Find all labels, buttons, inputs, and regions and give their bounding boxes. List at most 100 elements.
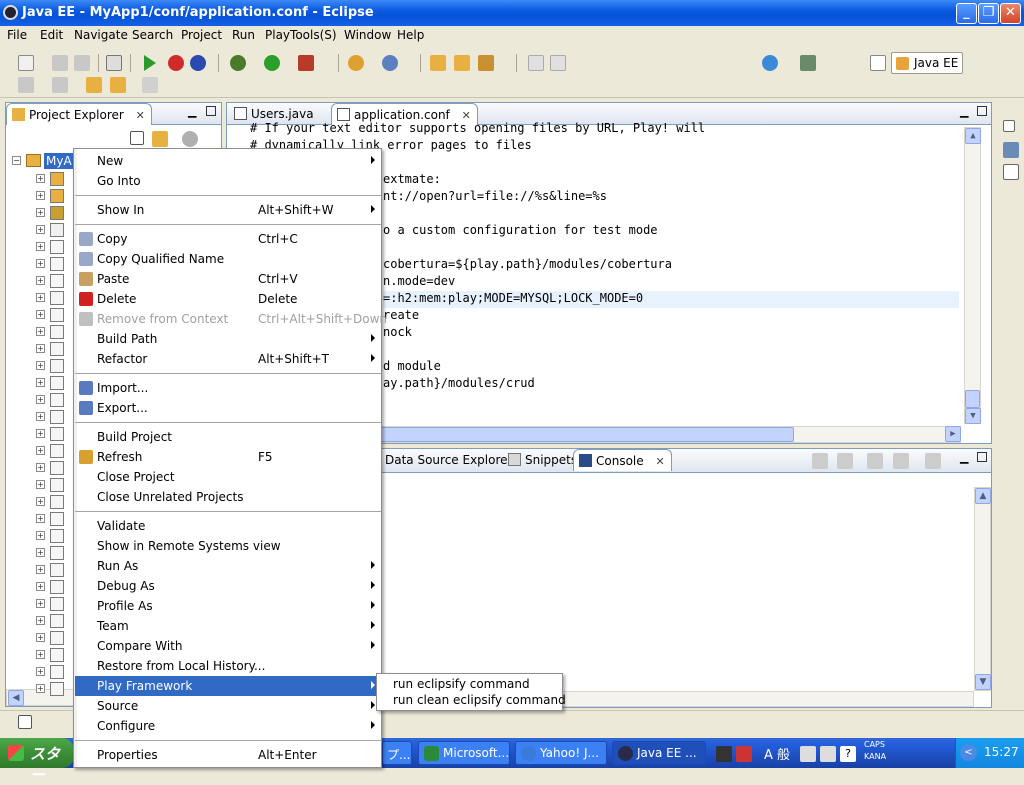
menu-item-run-eclipsify[interactable]: run eclipsify command	[393, 677, 530, 691]
previous-annotation-icon[interactable]	[52, 77, 68, 93]
view-menu-icon[interactable]	[182, 131, 198, 147]
menu-item-validate[interactable]: Validate	[75, 516, 381, 536]
menu-item-restore-from-local-history[interactable]: Restore from Local History...	[75, 656, 381, 676]
menu-item-run-clean-eclipsify[interactable]: run clean eclipsify command	[393, 693, 566, 707]
expand-icon[interactable]: +	[36, 531, 45, 540]
restore-button[interactable]: ❐	[978, 3, 999, 24]
menu-item-refactor[interactable]: Refactor Alt+Shift+T	[75, 349, 381, 369]
expand-icon[interactable]: +	[36, 684, 45, 693]
expand-icon[interactable]: +	[36, 293, 45, 302]
tab-project-explorer[interactable]: Project Explorer ✕	[6, 103, 152, 125]
menu-item-source[interactable]: Source	[75, 696, 381, 716]
sync-icon[interactable]	[190, 55, 206, 71]
menu-item-debug-as[interactable]: Debug As	[75, 576, 381, 596]
maximize-view-icon[interactable]	[977, 106, 987, 116]
stop-icon[interactable]	[168, 55, 184, 71]
tray-tool-icon[interactable]	[820, 746, 836, 762]
expand-icon[interactable]: +	[36, 633, 45, 642]
scroll-down-button[interactable]: ▼	[965, 408, 981, 424]
new-server-icon[interactable]	[348, 55, 364, 71]
close-button[interactable]: ✕	[1000, 3, 1021, 24]
pin-console-icon[interactable]	[867, 453, 883, 469]
tray-tool-icon[interactable]	[800, 746, 816, 762]
new-icon[interactable]	[18, 55, 34, 71]
expand-icon[interactable]: +	[36, 276, 45, 285]
menu-navigate[interactable]: Navigate	[74, 28, 128, 42]
menu-run[interactable]: Run	[232, 28, 255, 42]
new-class-icon[interactable]	[382, 55, 398, 71]
console-vertical-scrollbar[interactable]: ▲ ▼	[974, 487, 991, 691]
menu-item-copy-qualified-name[interactable]: Copy Qualified Name	[75, 249, 381, 269]
scroll-thumb[interactable]	[378, 427, 794, 442]
expand-icon[interactable]: +	[36, 225, 45, 234]
expand-icon[interactable]: +	[36, 191, 45, 200]
expand-icon[interactable]: +	[36, 650, 45, 659]
pilcrow-icon[interactable]	[550, 55, 566, 71]
menu-file[interactable]: File	[7, 28, 27, 42]
taskbar-item-microsoft[interactable]: Microsoft...	[418, 741, 510, 765]
binary-icon[interactable]	[106, 55, 122, 71]
expand-icon[interactable]: +	[36, 480, 45, 489]
perspective-java-ee[interactable]: Java EE	[891, 52, 963, 74]
expand-icon[interactable]: +	[36, 242, 45, 251]
collapse-all-icon[interactable]	[130, 131, 144, 145]
expand-icon[interactable]: +	[36, 412, 45, 421]
run-as-icon[interactable]	[264, 55, 280, 71]
expand-icon[interactable]: +	[36, 327, 45, 336]
menu-search[interactable]: Search	[132, 28, 173, 42]
start-button[interactable]: スター	[0, 738, 74, 784]
menu-item-build-project[interactable]: Build Project	[75, 427, 381, 447]
editor-horizontal-scrollbar[interactable]	[377, 426, 961, 443]
help-icon[interactable]: ?	[840, 746, 856, 762]
connect-icon[interactable]	[800, 55, 816, 71]
scroll-right-button[interactable]: ▶	[945, 426, 961, 442]
next-annotation-icon[interactable]	[18, 77, 34, 93]
scroll-lock-icon[interactable]	[837, 453, 853, 469]
menu-item-compare-with[interactable]: Compare With	[75, 636, 381, 656]
editor-vertical-scrollbar[interactable]: ▲ ▼	[964, 127, 981, 424]
outline-icon[interactable]	[1003, 142, 1019, 158]
menu-item-build-path[interactable]: Build Path	[75, 329, 381, 349]
scroll-thumb[interactable]	[965, 390, 980, 408]
menu-item-play-framework[interactable]: Play Framework	[75, 676, 381, 696]
scroll-up-button[interactable]: ▲	[965, 128, 981, 144]
menu-item-profile-as[interactable]: Profile As	[75, 596, 381, 616]
display-console-icon[interactable]	[893, 453, 909, 469]
expand-icon[interactable]: +	[36, 395, 45, 404]
ime-mode[interactable]: A 般	[764, 744, 790, 763]
menu-item-refresh[interactable]: Refresh F5	[75, 447, 381, 467]
tab-console[interactable]: Console ✕	[573, 449, 672, 471]
expand-icon[interactable]: +	[36, 378, 45, 387]
menu-project[interactable]: Project	[181, 28, 222, 42]
expand-icon[interactable]: +	[36, 344, 45, 353]
scroll-up-button[interactable]: ▲	[975, 488, 991, 504]
open-perspective-icon[interactable]	[870, 55, 886, 71]
search-tool-icon[interactable]	[478, 55, 494, 71]
menu-item-close-project[interactable]: Close Project	[75, 467, 381, 487]
chevron-left-icon[interactable]: <	[960, 744, 977, 761]
menu-item-import[interactable]: Import...	[75, 378, 381, 398]
open-console-icon[interactable]	[925, 453, 941, 469]
menu-item-run-as[interactable]: Run As	[75, 556, 381, 576]
tree-project-row[interactable]: − MyA	[12, 153, 82, 169]
menu-playtools[interactable]: PlayTools(S)	[265, 28, 337, 42]
menu-item-go-into[interactable]: Go Into	[75, 171, 381, 191]
expand-icon[interactable]: +	[36, 497, 45, 506]
expand-icon[interactable]: +	[36, 174, 45, 183]
expand-icon[interactable]: +	[36, 429, 45, 438]
expand-icon[interactable]: +	[36, 582, 45, 591]
menu-item-show-in[interactable]: Show In Alt+Shift+W	[75, 200, 381, 220]
expand-icon[interactable]: +	[36, 361, 45, 370]
minimize-view-icon[interactable]: ▁	[960, 105, 968, 118]
maximize-view-icon[interactable]	[977, 452, 987, 462]
debug-icon[interactable]	[230, 55, 246, 71]
scroll-left-button[interactable]: ◀	[8, 690, 24, 706]
restore-view-icon[interactable]	[1003, 120, 1015, 132]
task-list-icon[interactable]	[1003, 164, 1019, 180]
collapse-icon[interactable]: −	[12, 156, 21, 165]
back-icon[interactable]	[110, 77, 126, 93]
fast-view-icon[interactable]	[18, 715, 32, 729]
save-icon[interactable]	[52, 55, 68, 71]
minimize-view-icon[interactable]: ▁	[960, 451, 968, 464]
maximize-view-icon[interactable]	[206, 106, 216, 116]
